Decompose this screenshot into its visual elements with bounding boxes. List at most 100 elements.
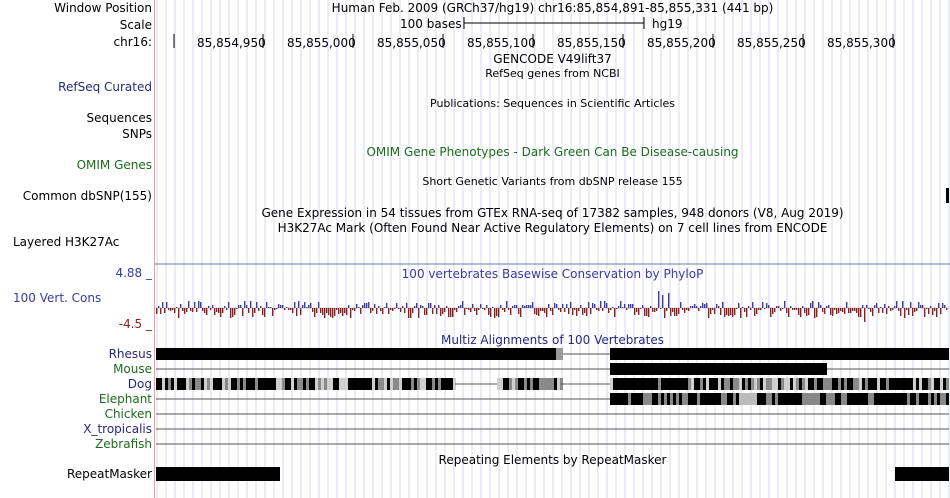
cons-bar xyxy=(230,308,232,318)
cons-bar xyxy=(580,305,582,308)
species-zebrafish[interactable]: Zebrafish xyxy=(95,437,152,451)
species-elephant[interactable]: Elephant xyxy=(99,392,152,406)
species-chicken[interactable]: Chicken xyxy=(105,407,152,421)
dog-alignment xyxy=(748,378,751,390)
cons-bar xyxy=(696,306,698,308)
cons-bar xyxy=(732,308,734,317)
cons-bar xyxy=(922,305,924,308)
cons-bar xyxy=(286,307,288,308)
snps-track-label[interactable]: SNPs xyxy=(122,127,152,141)
dog-alignment xyxy=(619,378,622,390)
cons-bar xyxy=(456,308,458,312)
dog-alignment xyxy=(763,378,766,390)
track-image[interactable]: Human Feb. 2009 (GRCh37/hg19) chr16:85,8… xyxy=(155,0,950,498)
dog-alignment xyxy=(718,378,721,390)
species-x-tropicalis[interactable]: X_tropicalis xyxy=(83,422,152,436)
cons-bar xyxy=(836,308,838,314)
cons-bar xyxy=(670,308,672,316)
cons-bar xyxy=(562,304,564,308)
dog-alignment xyxy=(435,378,438,390)
dog-alignment xyxy=(925,378,928,390)
cons-bar xyxy=(642,305,644,308)
cons-bar xyxy=(480,304,482,308)
cons-bar xyxy=(602,308,604,311)
dog-alignment xyxy=(210,378,213,390)
dog-alignment xyxy=(658,378,661,390)
species-mouse[interactable]: Mouse xyxy=(113,362,152,376)
cons-bar xyxy=(798,308,800,315)
cons-bar xyxy=(874,305,876,308)
dog-alignment xyxy=(557,378,560,390)
cons-bar xyxy=(784,301,786,308)
elephant-alignment xyxy=(727,393,730,405)
elephant-alignment xyxy=(718,393,721,405)
cons-bar xyxy=(316,308,318,313)
cons-bar xyxy=(848,308,850,313)
cons-bar xyxy=(244,301,246,308)
elephant-alignment xyxy=(766,393,769,405)
dog-alignment xyxy=(297,378,300,390)
elephant-alignment xyxy=(655,393,658,405)
dog-alignment xyxy=(261,378,264,390)
cons-bar xyxy=(522,305,524,308)
elephant-alignment xyxy=(679,393,682,405)
dog-alignment xyxy=(733,378,736,390)
elephant-alignment xyxy=(670,393,673,405)
cons-bar xyxy=(538,308,540,316)
cons-bar xyxy=(178,308,180,318)
dog-alignment xyxy=(429,378,432,390)
dog-alignment xyxy=(844,378,847,390)
dog-alignment xyxy=(156,378,159,390)
cons-bar xyxy=(342,308,344,316)
elephant-alignment xyxy=(799,393,802,405)
cons-bar xyxy=(610,308,612,310)
dog-alignment xyxy=(527,378,530,390)
dog-alignment xyxy=(441,378,444,390)
species-rhesus[interactable]: Rhesus xyxy=(109,347,152,361)
elephant-alignment xyxy=(676,393,679,405)
dog-alignment xyxy=(515,378,518,390)
cons-bar xyxy=(254,308,256,313)
elephant-alignment xyxy=(805,393,808,405)
elephant-alignment xyxy=(826,393,829,405)
dog-alignment xyxy=(859,378,862,390)
cons-bar xyxy=(192,308,194,312)
omim-title: OMIM Gene Phenotypes - Dark Green Can Be… xyxy=(366,145,739,159)
refseq-track-label[interactable]: RefSeq Curated xyxy=(58,80,152,94)
cons-bar xyxy=(616,308,618,309)
dog-alignment xyxy=(631,378,634,390)
elephant-alignment xyxy=(874,393,877,405)
cons-bar xyxy=(502,308,504,310)
dog-alignment xyxy=(240,378,243,390)
h3k27ac-track-label[interactable]: Layered H3K27Ac xyxy=(13,235,119,249)
cons-bar xyxy=(508,308,510,310)
elephant-alignment xyxy=(835,393,838,405)
ruler-tick-label: 85,855,200 xyxy=(647,36,716,50)
cons-bar xyxy=(782,308,784,309)
omim-track-label[interactable]: OMIM Genes xyxy=(77,158,152,172)
dbsnp-track-label[interactable]: Common dbSNP(155) xyxy=(23,189,152,203)
cons-track-label[interactable]: 100 Vert. Cons xyxy=(13,291,101,305)
dog-alignment xyxy=(895,378,898,390)
cons-bar xyxy=(544,308,546,313)
elephant-alignment xyxy=(859,393,862,405)
dog-alignment xyxy=(375,378,378,390)
dog-alignment xyxy=(342,378,345,390)
cons-bar xyxy=(346,308,348,315)
dog-alignment xyxy=(772,378,775,390)
species-dog[interactable]: Dog xyxy=(128,377,152,391)
dog-alignment xyxy=(856,378,859,390)
cons-bar xyxy=(910,302,912,308)
cons-bar xyxy=(790,306,792,308)
cons-bar xyxy=(758,308,760,310)
cons-bar xyxy=(224,306,226,308)
sequences-track-label[interactable]: Sequences xyxy=(87,111,152,125)
cons-bar xyxy=(302,305,304,308)
dog-alignment xyxy=(901,378,904,390)
dog-alignment xyxy=(372,378,375,390)
repeatmasker-track-label[interactable]: RepeatMasker xyxy=(67,467,152,481)
cons-bar xyxy=(906,308,908,310)
elephant-alignment xyxy=(925,393,928,405)
elephant-alignment xyxy=(775,393,778,405)
dog-alignment xyxy=(270,378,273,390)
